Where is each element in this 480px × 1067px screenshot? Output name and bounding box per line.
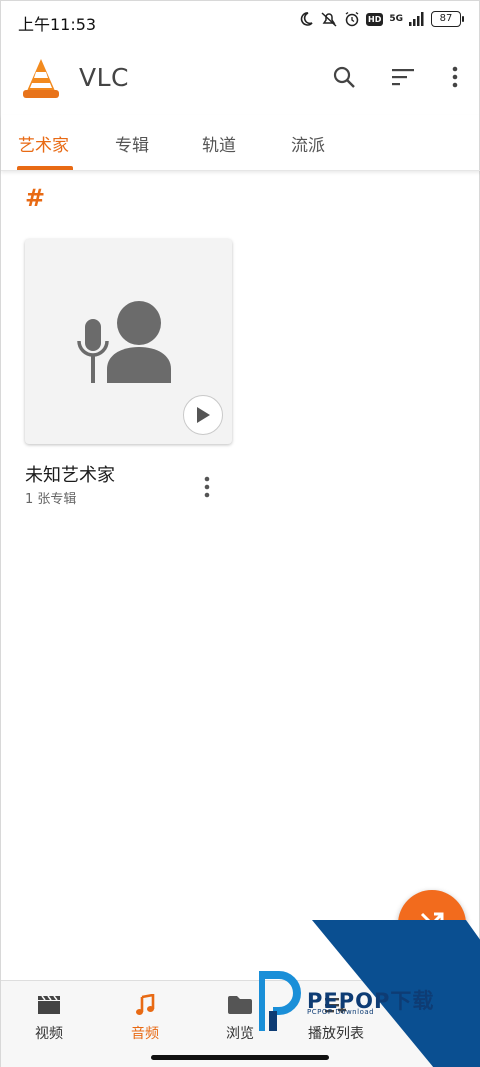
tab-bar: 艺术家 专辑 轨道 流派 xyxy=(1,115,480,171)
sort-button[interactable] xyxy=(389,63,417,91)
artist-card[interactable] xyxy=(25,239,232,444)
nav-video-label: 视频 xyxy=(35,1026,63,1042)
shuffle-icon xyxy=(420,912,444,936)
playlist-icon xyxy=(325,998,346,1013)
bottom-navigation: 视频 音频 浏览 播放列表 xyxy=(1,980,480,1067)
unknown-artist-icon xyxy=(77,301,171,383)
hd-badge: HD xyxy=(366,12,384,26)
status-time: 上午11:53 xyxy=(18,15,97,34)
movie-icon xyxy=(38,995,60,1014)
moon-icon xyxy=(300,12,313,26)
nav-audio-label: 音频 xyxy=(131,1026,159,1042)
mute-icon xyxy=(321,12,337,27)
status-icons: HD 5G 87 xyxy=(298,11,464,27)
more-options-button[interactable] xyxy=(441,63,469,91)
tab-artists[interactable]: 艺术家 xyxy=(18,131,69,156)
nav-playlists[interactable]: 播放列表 xyxy=(296,993,376,1043)
app-title: VLC xyxy=(79,63,129,92)
alarm-icon xyxy=(345,11,359,27)
shuffle-fab[interactable] xyxy=(398,890,466,958)
sort-icon xyxy=(392,69,414,86)
artist-name: 未知艺术家 xyxy=(25,465,115,486)
signal-icon xyxy=(409,12,424,26)
network-label: 5G xyxy=(389,13,403,24)
app-bar: VLC xyxy=(1,43,480,115)
home-indicator[interactable] xyxy=(151,1055,329,1060)
artist-more-button[interactable] xyxy=(194,474,220,500)
tab-indicator xyxy=(17,166,73,170)
search-icon xyxy=(333,66,355,88)
tab-genres[interactable]: 流派 xyxy=(291,131,325,156)
music-note-icon xyxy=(136,994,155,1015)
nav-playlists-label: 播放列表 xyxy=(308,1026,364,1042)
vlc-cone-icon xyxy=(23,59,59,98)
folder-icon xyxy=(228,996,252,1014)
tab-albums[interactable]: 专辑 xyxy=(115,131,149,156)
play-button[interactable] xyxy=(183,395,223,435)
artist-album-count: 1 张专辑 xyxy=(25,492,77,507)
nav-video[interactable]: 视频 xyxy=(9,993,89,1043)
battery-indicator: 87 xyxy=(431,11,464,27)
status-bar: 上午11:53 HD 5G 87 xyxy=(1,1,480,43)
more-vert-icon xyxy=(204,476,210,498)
more-vert-icon xyxy=(452,66,458,88)
tab-tracks[interactable]: 轨道 xyxy=(202,131,236,156)
play-icon xyxy=(197,407,210,423)
search-button[interactable] xyxy=(330,63,358,91)
nav-audio[interactable]: 音频 xyxy=(105,993,185,1043)
section-header: # xyxy=(25,184,46,212)
nav-browse-label: 浏览 xyxy=(226,1026,254,1042)
nav-browse[interactable]: 浏览 xyxy=(200,993,280,1043)
